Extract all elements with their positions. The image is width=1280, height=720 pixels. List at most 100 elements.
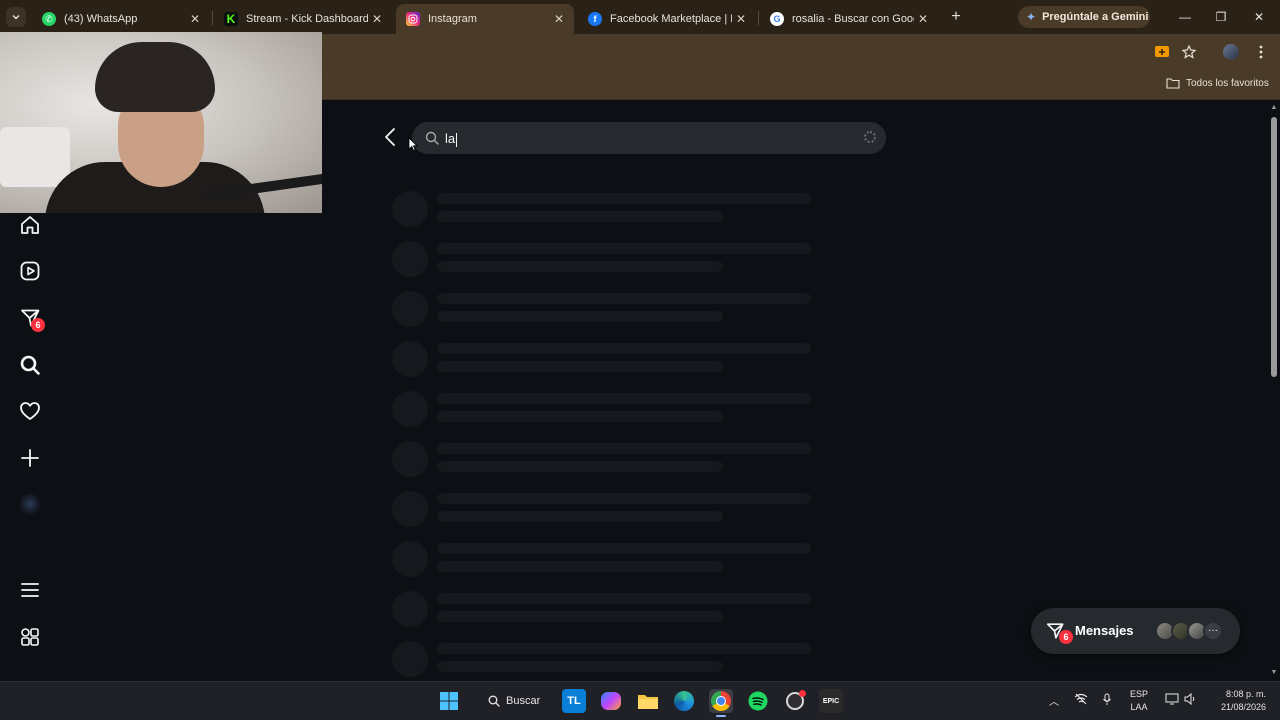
tab-google[interactable]: G rosalia - Buscar con Google ✕: [760, 4, 938, 34]
tab-kick[interactable]: K Stream - Kick Dashboard ✕: [214, 4, 392, 34]
monitor-icon: [1165, 693, 1179, 705]
sidebar-item-home[interactable]: [18, 213, 42, 237]
windows-start-button[interactable]: [437, 689, 461, 713]
speaker-icon: [1184, 692, 1195, 706]
google-icon: G: [770, 12, 784, 26]
skeleton-avatar: [392, 241, 428, 277]
taskbar-search[interactable]: Buscar: [480, 690, 548, 712]
epic-games-icon[interactable]: EPIC: [819, 689, 843, 713]
sidebar-item-profile[interactable]: [18, 493, 42, 517]
show-hidden-icons-button[interactable]: ︿: [1049, 693, 1059, 708]
sidebar-item-reels[interactable]: [18, 259, 42, 283]
minimize-icon: —: [1179, 10, 1191, 24]
close-icon[interactable]: ✕: [732, 12, 750, 26]
text-caret: [456, 132, 458, 147]
skeleton-line: [437, 643, 811, 654]
more-menu-icon: [21, 583, 39, 597]
copilot-icon[interactable]: [599, 689, 623, 713]
messages-badge: 6: [31, 318, 45, 332]
input-language-indicator[interactable]: ESP LAA: [1130, 688, 1148, 714]
chevron-left-icon: [385, 128, 395, 146]
microphone-button[interactable]: [1102, 693, 1112, 709]
clock-date: 21/08/2026: [1220, 702, 1266, 712]
star-icon: [1182, 45, 1196, 59]
file-explorer-icon[interactable]: [636, 689, 660, 713]
webcam-overlay: [0, 32, 322, 213]
close-icon[interactable]: ✕: [186, 12, 204, 26]
close-window-button[interactable]: ✕: [1244, 6, 1274, 28]
close-icon[interactable]: ✕: [368, 12, 386, 26]
tab-title: rosalia - Buscar con Google: [792, 13, 914, 25]
tab-divider: [212, 11, 213, 25]
skeleton-line: [437, 443, 811, 454]
tl-app-label: TL: [567, 695, 581, 707]
search-back-button[interactable]: [383, 127, 401, 147]
more-avatars-icon: ···: [1203, 621, 1223, 641]
epic-games-label: EPIC: [822, 697, 840, 705]
mouse-cursor-icon: [408, 137, 418, 151]
sidebar-item-messages[interactable]: 6: [18, 306, 45, 332]
kebab-menu-icon: [1259, 45, 1263, 59]
scroll-down-arrow-icon[interactable]: ▼: [1270, 669, 1278, 677]
folder-icon: [1166, 78, 1180, 89]
cast-tab-button[interactable]: [1153, 43, 1171, 61]
profile-button[interactable]: [1222, 43, 1240, 61]
search-input[interactable]: la: [412, 122, 886, 154]
messages-floating-button[interactable]: 6 Mensajes ···: [1031, 608, 1240, 654]
all-bookmarks-label: Todos los favoritos: [1186, 77, 1269, 89]
close-icon[interactable]: ✕: [550, 12, 568, 26]
restore-button[interactable]: ❐: [1206, 6, 1236, 28]
skeleton-avatar: [392, 491, 428, 527]
tl-app-icon[interactable]: TL: [562, 689, 586, 713]
scroll-up-arrow-icon[interactable]: ▲: [1270, 104, 1278, 112]
skeleton-line: [437, 211, 723, 222]
system-clock[interactable]: 8:08 p. m. 21/08/2026: [1208, 688, 1266, 714]
sidebar-item-more[interactable]: [18, 578, 42, 602]
sidebar-item-also-from-meta[interactable]: [18, 625, 42, 649]
edge-icon[interactable]: [672, 689, 696, 713]
obs-icon[interactable]: [783, 689, 807, 713]
tab-whatsapp[interactable]: ✆ (43) WhatsApp ✕: [32, 4, 210, 34]
edge-logo-icon: [674, 691, 694, 711]
tab-facebook[interactable]: f Facebook Marketplace | Facebook ✕: [578, 4, 756, 34]
gemini-button[interactable]: ✦ Pregúntale a Gemini: [1018, 6, 1150, 28]
sidebar-item-search[interactable]: [18, 353, 42, 377]
active-app-indicator: [716, 715, 726, 717]
windows-start-icon: [440, 692, 458, 710]
spotify-logo-icon: [748, 691, 768, 711]
skeleton-line: [437, 311, 723, 322]
search-input-value: la: [445, 131, 458, 147]
volume-button[interactable]: [1184, 692, 1197, 708]
spotify-icon[interactable]: [746, 689, 770, 713]
tab-instagram[interactable]: Instagram ✕: [396, 4, 574, 34]
minimize-button[interactable]: —: [1170, 6, 1200, 28]
skeleton-avatar: [392, 541, 428, 577]
bookmark-star-button[interactable]: [1180, 43, 1198, 61]
search-icon: [425, 131, 439, 145]
chrome-icon[interactable]: [709, 689, 733, 713]
display-button[interactable]: [1165, 693, 1179, 708]
messages-label: Mensajes: [1075, 623, 1134, 638]
skeleton-line: [437, 293, 811, 304]
whatsapp-icon: ✆: [42, 12, 56, 26]
network-status-button[interactable]: [1074, 693, 1088, 708]
sidebar-item-notifications[interactable]: [18, 399, 42, 423]
windows-taskbar: Buscar TL EPIC ︿ ESP LAA 8:08 p. m. 21/0…: [0, 681, 1280, 720]
obs-logo-icon: [786, 690, 806, 710]
chrome-menu-button[interactable]: [1252, 43, 1270, 61]
webcam-person-hair: [95, 42, 215, 112]
notifications-heart-icon: [20, 402, 40, 420]
tab-search-dropdown[interactable]: [6, 7, 26, 27]
profile-avatar: [1223, 44, 1239, 60]
sidebar-item-create[interactable]: [18, 446, 42, 470]
skeleton-line: [437, 511, 723, 522]
scrollbar-thumb[interactable]: [1271, 117, 1277, 377]
all-bookmarks-button[interactable]: Todos los favoritos: [1166, 77, 1269, 89]
reels-icon: [20, 261, 40, 281]
skeleton-line: [437, 343, 811, 354]
taskbar-search-label: Buscar: [506, 695, 541, 707]
new-tab-button[interactable]: +: [946, 7, 966, 27]
also-from-meta-icon: [21, 628, 39, 646]
close-icon[interactable]: ✕: [914, 12, 932, 26]
page-scrollbar[interactable]: ▲ ▼: [1268, 101, 1280, 681]
